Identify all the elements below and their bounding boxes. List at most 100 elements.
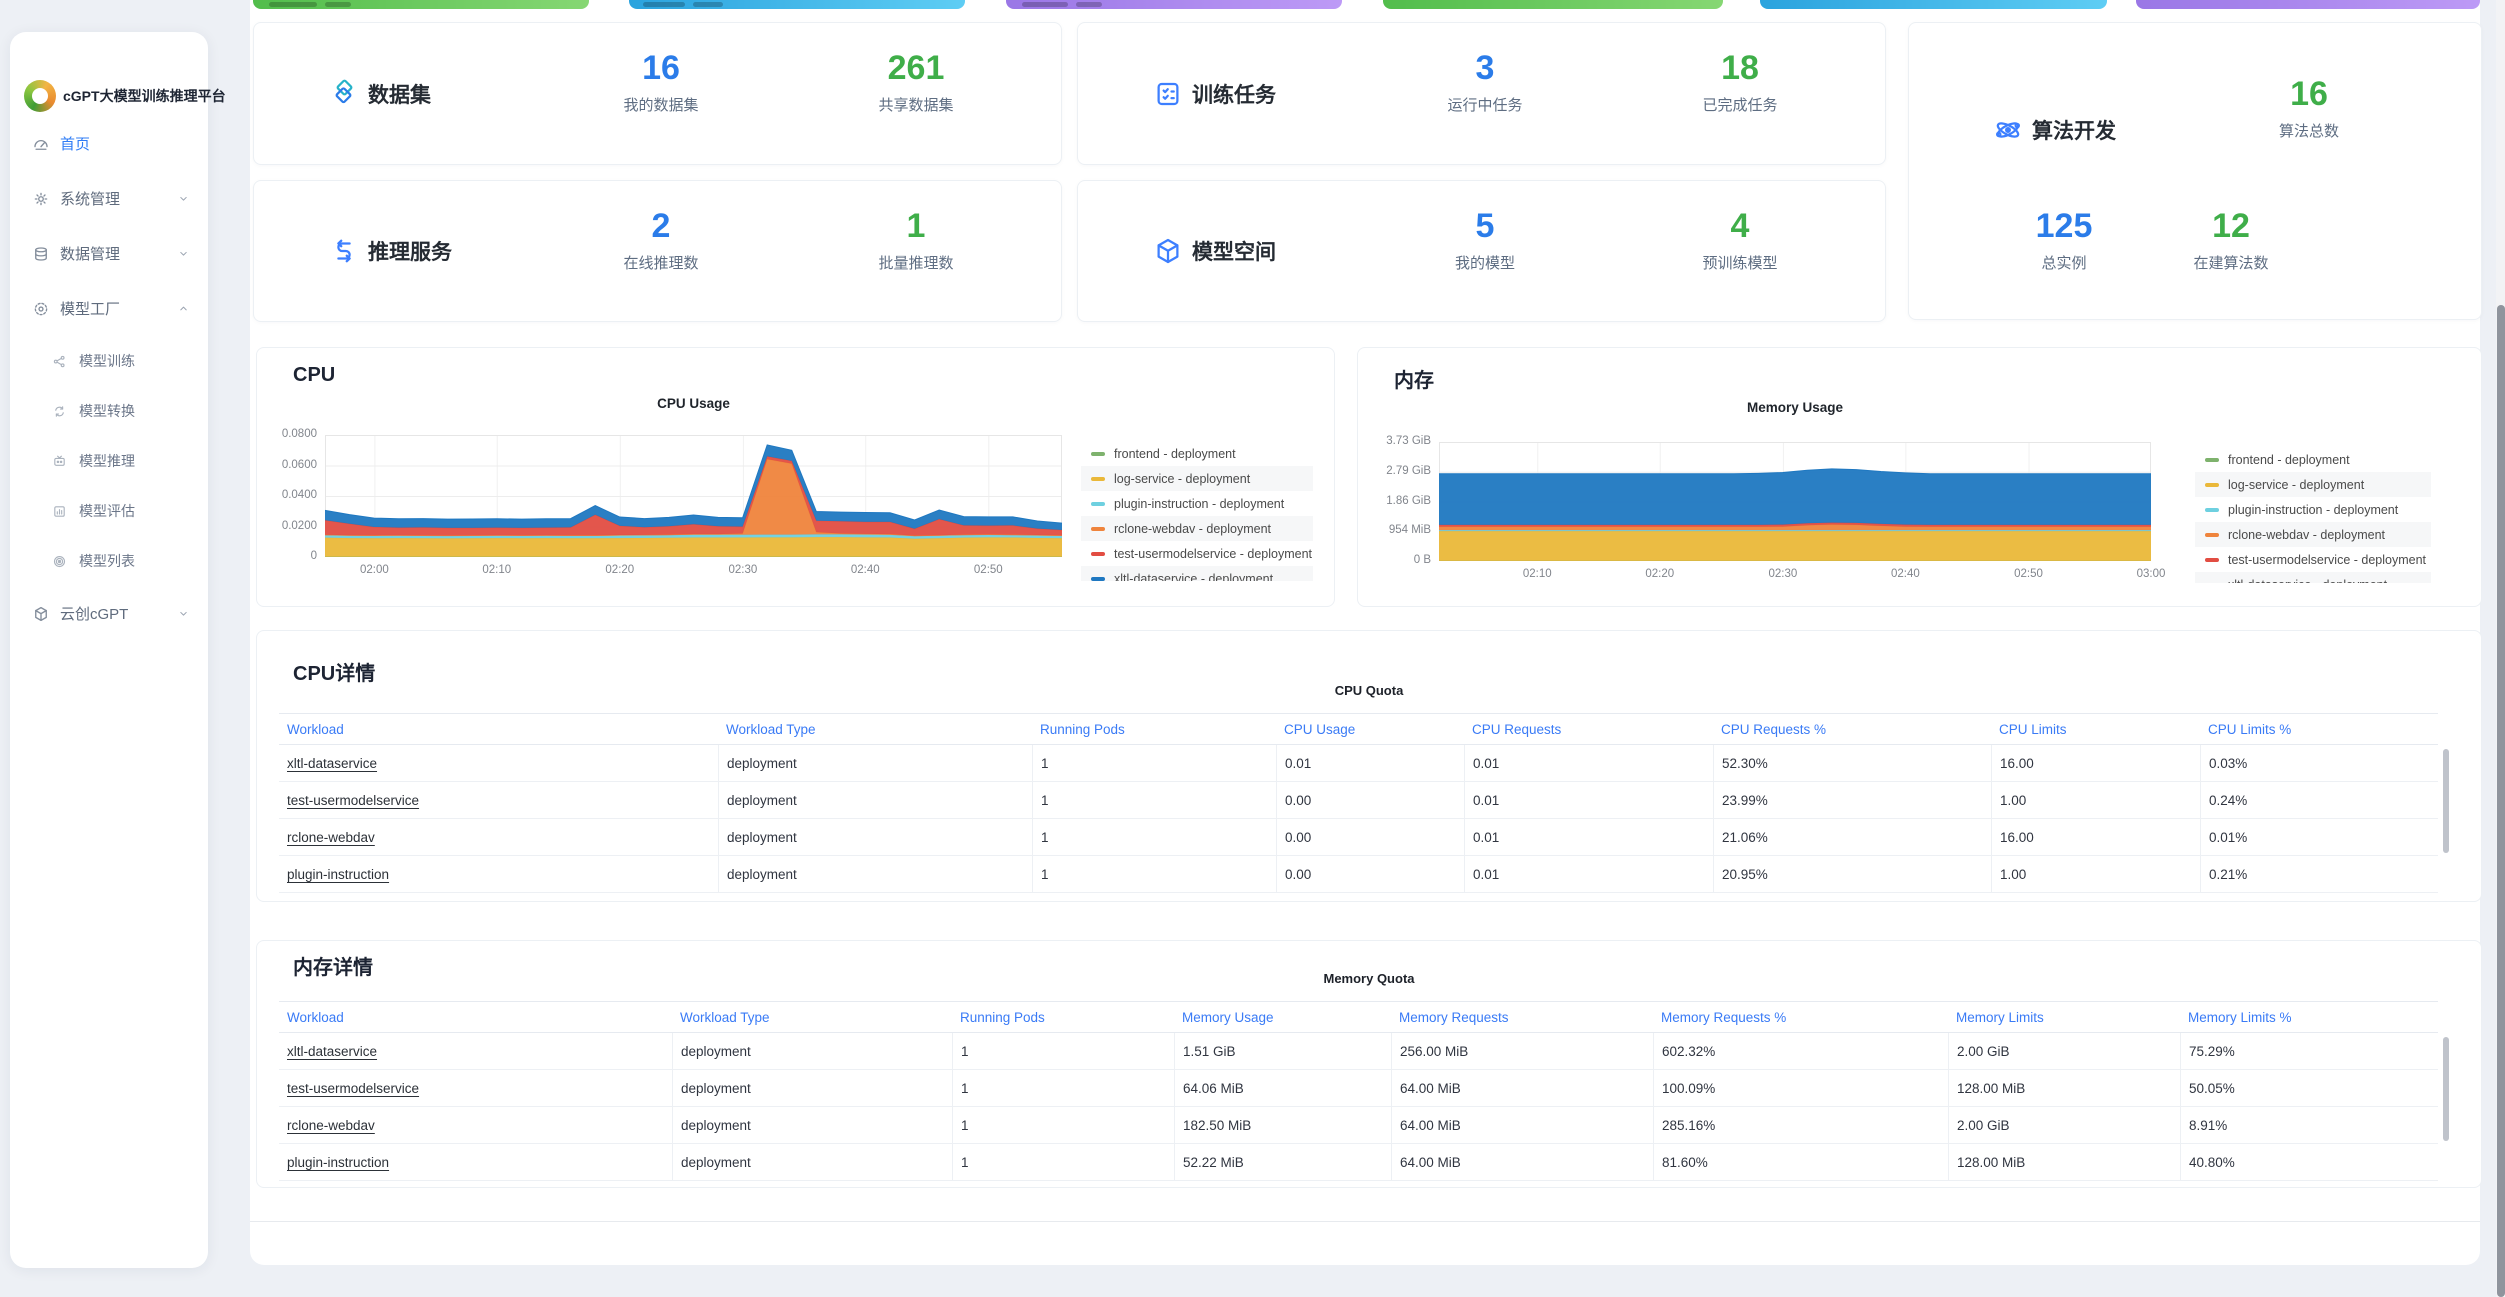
legend-item[interactable]: log-service - deployment: [1081, 466, 1313, 491]
workload-link[interactable]: plugin-instruction: [287, 1155, 389, 1170]
legend-item[interactable]: rclone-webdav - deployment: [2195, 522, 2431, 547]
sidebar-item-model-list[interactable]: 模型列表: [10, 536, 208, 586]
column-header-running-pods[interactable]: Running Pods: [952, 1002, 1174, 1032]
cell: 64.00 MiB: [1391, 1144, 1653, 1180]
chevron-up-icon: [177, 302, 190, 315]
memory-chart: Memory Usage3.73 GiB2.79 GiB1.86 GiB954 …: [1358, 348, 2481, 606]
workload-link[interactable]: test-usermodelservice: [287, 793, 419, 808]
legend-item[interactable]: test-usermodelservice - deployment: [1081, 541, 1313, 566]
series-area-log-service: [1439, 531, 2151, 561]
y-axis-tick-label: 0.0400: [255, 489, 317, 501]
memory-table-scrollbar[interactable]: [2443, 1037, 2449, 1141]
column-header-running-pods[interactable]: Running Pods: [1032, 714, 1276, 744]
column-header-workload[interactable]: Workload: [279, 1002, 672, 1032]
legend-item[interactable]: test-usermodelservice - deployment: [2195, 547, 2431, 572]
cell: 0.24%: [2200, 782, 2438, 818]
legend-swatch: [2205, 533, 2219, 537]
chart-title: CPU Usage: [544, 396, 844, 411]
column-header-memory-requests-[interactable]: Memory Requests %: [1653, 1002, 1948, 1032]
workload-link[interactable]: rclone-webdav: [287, 830, 375, 845]
legend-item[interactable]: plugin-instruction - deployment: [2195, 497, 2431, 522]
cell: plugin-instruction: [279, 856, 718, 892]
page-scrollbar-thumb[interactable]: [2497, 305, 2505, 1297]
model-list-icon: [52, 554, 67, 569]
sidebar-item-label: 云创cGPT: [60, 603, 128, 624]
cell: plugin-instruction: [279, 1144, 672, 1180]
stat-card-title-text: 数据集: [368, 79, 431, 109]
chart-title: Memory Usage: [1645, 400, 1945, 415]
workload-link[interactable]: plugin-instruction: [287, 867, 389, 882]
column-header-cpu-limits[interactable]: CPU Limits: [1991, 714, 2200, 744]
cpu-table-scrollbar[interactable]: [2443, 749, 2449, 853]
sidebar-item-model-training[interactable]: 模型训练: [10, 336, 208, 386]
stat-metric-label: 运行中任务: [1375, 94, 1595, 115]
cell: 0.01: [1464, 782, 1713, 818]
sidebar-item-system[interactable]: 系统管理: [10, 171, 208, 226]
sidebar-item-model-factory[interactable]: 模型工厂: [10, 281, 208, 336]
app-title: cGPT大模型训练推理平台: [63, 86, 226, 106]
cell: 1: [1032, 819, 1276, 855]
x-axis-tick-label: 02:50: [958, 564, 1018, 576]
legend-item[interactable]: xltl-dataservice - deployment: [2195, 572, 2431, 583]
stat-metric-label: 在建算法数: [2121, 252, 2341, 273]
legend-item[interactable]: log-service - deployment: [2195, 472, 2431, 497]
cell: 64.00 MiB: [1391, 1107, 1653, 1143]
column-header-workload[interactable]: Workload: [279, 714, 718, 744]
chart-legend: frontend - deploymentlog-service - deplo…: [1081, 441, 1313, 581]
sidebar-item-home[interactable]: 首页: [10, 116, 208, 171]
workload-link[interactable]: test-usermodelservice: [287, 1081, 419, 1096]
sidebar-item-model-evaluate[interactable]: 模型评估: [10, 486, 208, 536]
cell: 75.29%: [2180, 1033, 2438, 1069]
legend-item[interactable]: frontend - deployment: [1081, 441, 1313, 466]
workload-link[interactable]: xltl-dataservice: [287, 1044, 377, 1059]
stat-card-title-text: 模型空间: [1192, 236, 1276, 266]
cell: 0.00: [1276, 782, 1464, 818]
legend-label: rclone-webdav - deployment: [2228, 528, 2385, 542]
cell: 1: [952, 1033, 1174, 1069]
stat-metric-inference-service-1: 1批量推理数: [806, 207, 1026, 273]
column-header-cpu-requests-[interactable]: CPU Requests %: [1713, 714, 1991, 744]
legend-item[interactable]: rclone-webdav - deployment: [1081, 516, 1313, 541]
workload-link[interactable]: rclone-webdav: [287, 1118, 375, 1133]
inference-icon: [52, 454, 67, 469]
column-header-workload-type[interactable]: Workload Type: [718, 714, 1032, 744]
column-header-cpu-usage[interactable]: CPU Usage: [1276, 714, 1464, 744]
sidebar-item-data[interactable]: 数据管理: [10, 226, 208, 281]
sidebar-item-model-inference[interactable]: 模型推理: [10, 436, 208, 486]
stat-metric-dataset-1: 261共享数据集: [806, 49, 1026, 115]
y-axis-tick-label: 0.0800: [255, 428, 317, 440]
cell: 2.00 GiB: [1948, 1033, 2180, 1069]
legend-item[interactable]: plugin-instruction - deployment: [1081, 491, 1313, 516]
sidebar-item-model-convert[interactable]: 模型转换: [10, 386, 208, 436]
column-header-cpu-requests[interactable]: CPU Requests: [1464, 714, 1713, 744]
column-header-cpu-limits-[interactable]: CPU Limits %: [2200, 714, 2438, 744]
column-header-memory-limits[interactable]: Memory Limits: [1948, 1002, 2180, 1032]
sidebar-item-label: 模型列表: [79, 551, 135, 571]
column-header-memory-requests[interactable]: Memory Requests: [1391, 1002, 1653, 1032]
cpu-detail-card: CPU详情 CPU Quota WorkloadWorkload TypeRun…: [256, 630, 2482, 902]
y-axis-tick-label: 0 B: [1369, 554, 1431, 566]
column-header-memory-usage[interactable]: Memory Usage: [1174, 1002, 1391, 1032]
workload-link[interactable]: xltl-dataservice: [287, 756, 377, 771]
cell: deployment: [672, 1107, 952, 1143]
cell: 128.00 MiB: [1948, 1070, 2180, 1106]
model-space-icon: [1153, 236, 1183, 266]
stat-metric-value: 1: [806, 207, 1026, 245]
stat-metric-value: 16: [2199, 75, 2419, 113]
cell: 100.09%: [1653, 1070, 1948, 1106]
column-header-workload-type[interactable]: Workload Type: [672, 1002, 952, 1032]
legend-item[interactable]: xltl-dataservice - deployment: [1081, 566, 1313, 581]
cell: 23.99%: [1713, 782, 1991, 818]
stat-metric-algorithm-dev-2: 12 在建算法数: [2121, 207, 2341, 273]
stat-metric-value: 12: [2121, 207, 2341, 245]
sidebar-item-cloud-cgpt[interactable]: 云创cGPT: [10, 586, 208, 641]
model-list-icon: [52, 554, 67, 569]
cell: 602.32%: [1653, 1033, 1948, 1069]
legend-item[interactable]: frontend - deployment: [2195, 447, 2431, 472]
cell: 285.16%: [1653, 1107, 1948, 1143]
sidebar-item-label: 首页: [60, 133, 90, 154]
cloud-cube-icon: [32, 605, 50, 623]
x-axis-tick-label: 02:30: [713, 564, 773, 576]
page-scrollbar[interactable]: [2496, 0, 2505, 1297]
column-header-memory-limits-[interactable]: Memory Limits %: [2180, 1002, 2438, 1032]
